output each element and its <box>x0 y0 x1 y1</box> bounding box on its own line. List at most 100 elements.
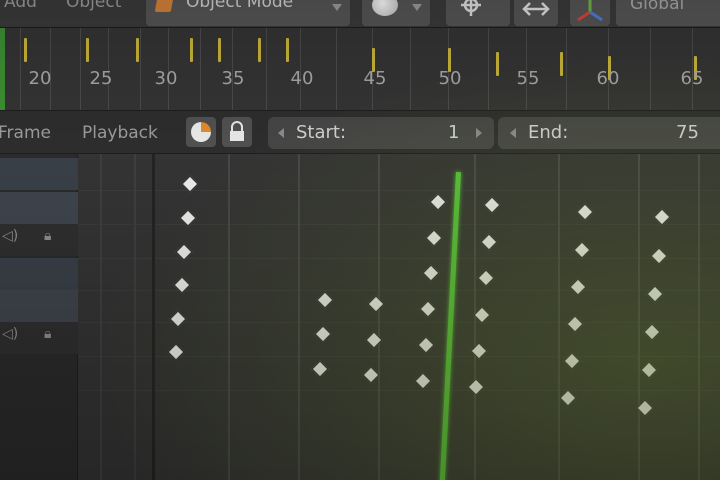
keyframe[interactable] <box>569 278 587 296</box>
pivot-dropdown[interactable] <box>446 0 510 26</box>
ruler-tick <box>488 28 489 110</box>
frame-label: 40 <box>290 68 314 89</box>
channel-list: ◁) 🔒︎ ◁) 🔒︎ <box>0 154 78 480</box>
end-label: End: <box>528 122 569 143</box>
keyframe[interactable] <box>362 366 380 384</box>
keyframe[interactable] <box>643 323 661 341</box>
keyframe[interactable] <box>367 295 385 313</box>
keyframe-marker <box>190 38 193 62</box>
keyframe[interactable] <box>559 389 577 407</box>
keyframe[interactable] <box>576 203 594 221</box>
gizmo-axis-icon <box>577 0 603 22</box>
keying-set-button[interactable] <box>186 117 216 147</box>
start-label: Start: <box>296 122 347 143</box>
keyframe[interactable] <box>480 233 498 251</box>
keyframe[interactable] <box>414 372 432 390</box>
keyframe[interactable] <box>467 378 485 396</box>
menu-frame[interactable]: Frame <box>0 123 51 143</box>
row-divider <box>78 390 720 391</box>
keyframe-marker <box>258 38 261 62</box>
end-value: 75 <box>676 122 699 143</box>
keyframe[interactable] <box>483 196 501 214</box>
channel-row[interactable] <box>0 192 78 224</box>
lock-icon[interactable]: 🔒︎ <box>44 228 51 244</box>
keyframe-marker <box>286 38 289 62</box>
keyframe[interactable] <box>425 229 443 247</box>
speaker-icon[interactable]: ◁) <box>2 228 18 244</box>
timeline-ruler[interactable]: 20 25 30 35 40 45 50 55 60 65 <box>0 28 720 110</box>
ruler-tick <box>266 28 267 110</box>
orientation-label: Global <box>630 0 685 14</box>
frame-label: 45 <box>363 68 387 89</box>
transform-button[interactable] <box>514 0 558 26</box>
frame-label: 55 <box>516 68 540 89</box>
row-divider <box>78 190 720 191</box>
mode-label: Object Mode <box>186 0 294 12</box>
ruler-tick <box>20 28 21 110</box>
orientation-dropdown[interactable]: Global <box>616 0 720 26</box>
ruler-tick <box>80 28 81 110</box>
keyframe[interactable] <box>473 306 491 324</box>
lock-icon <box>230 121 244 141</box>
grid-line <box>558 154 560 480</box>
frame-label: 25 <box>89 68 113 89</box>
keyframe[interactable] <box>646 285 664 303</box>
grid-line <box>100 154 102 480</box>
sphere-shading-icon <box>372 0 398 16</box>
lock-icon[interactable]: 🔒︎ <box>44 326 51 342</box>
menu-object[interactable]: Object <box>66 0 121 12</box>
playhead[interactable] <box>439 172 461 480</box>
menu-add[interactable]: Add <box>4 0 37 12</box>
ruler-tick <box>410 28 411 110</box>
ruler-tick <box>140 28 141 110</box>
chevron-down-icon <box>412 4 422 11</box>
keyframe[interactable] <box>653 208 671 226</box>
keyframe-marker <box>86 38 89 62</box>
shading-dropdown[interactable] <box>362 0 430 26</box>
channel-row[interactable] <box>0 290 78 322</box>
keyframe-marker <box>496 52 499 76</box>
channel-row[interactable] <box>0 158 78 190</box>
grid-line <box>298 154 300 480</box>
grid-line <box>638 154 640 480</box>
keyframe-marker <box>560 52 563 76</box>
row-divider <box>78 258 720 259</box>
keyframe-marker <box>218 38 221 62</box>
keyframe-marker <box>136 38 139 62</box>
speaker-icon[interactable]: ◁) <box>2 326 18 342</box>
grid-line <box>134 154 136 480</box>
channel-row[interactable]: ◁) 🔒︎ <box>0 224 78 256</box>
dopesheet-area[interactable] <box>78 154 720 480</box>
keyframe[interactable] <box>640 361 658 379</box>
start-value: 1 <box>448 122 460 143</box>
keyframe[interactable] <box>422 264 440 282</box>
ruler-tick <box>650 28 651 110</box>
keyframe[interactable] <box>169 310 187 328</box>
keyframe[interactable] <box>314 325 332 343</box>
frame-label: 50 <box>438 68 462 89</box>
mode-dropdown[interactable]: Object Mode <box>146 0 350 26</box>
transform-arrows-icon <box>522 2 550 16</box>
channel-row[interactable] <box>0 258 78 290</box>
keyframe[interactable] <box>429 193 447 211</box>
keyframe[interactable] <box>419 300 437 318</box>
keyframe[interactable] <box>167 343 185 361</box>
frame-label: 35 <box>221 68 245 89</box>
grid-line <box>698 154 700 480</box>
gizmo-button[interactable] <box>570 0 610 26</box>
channel-row[interactable]: ◁) 🔒︎ <box>0 322 78 354</box>
keyframe-marker <box>24 38 27 62</box>
keyframe[interactable] <box>650 247 668 265</box>
lock-button[interactable] <box>222 117 252 147</box>
keyframe[interactable] <box>573 241 591 259</box>
grid-line <box>152 154 155 480</box>
start-frame-field[interactable]: Start: 1 <box>268 117 494 149</box>
menu-playback[interactable]: Playback <box>82 123 158 143</box>
increment-arrow-icon <box>476 128 482 138</box>
keyframe[interactable] <box>477 269 495 287</box>
keyframe[interactable] <box>417 336 435 354</box>
keyframe[interactable] <box>566 315 584 333</box>
keyframe[interactable] <box>311 360 329 378</box>
keyframe[interactable] <box>316 291 334 309</box>
end-frame-field[interactable]: End: 75 <box>498 117 720 149</box>
